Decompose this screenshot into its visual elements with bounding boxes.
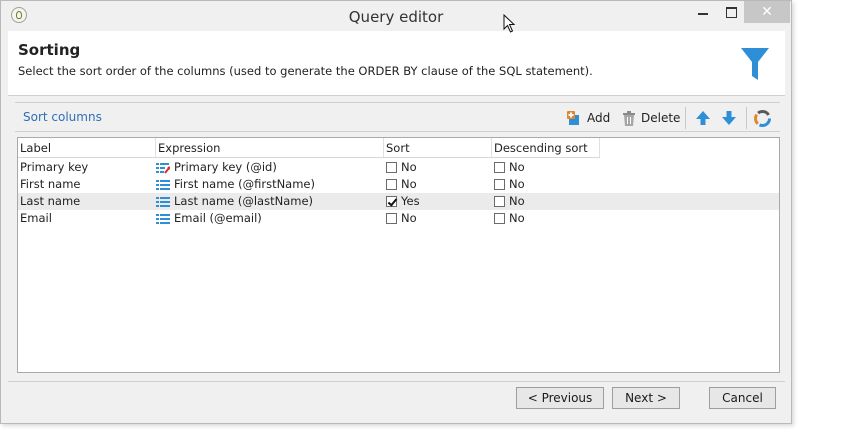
pie-chart-icon	[754, 109, 771, 127]
descending-checkbox[interactable]: No	[494, 193, 525, 210]
toolbar-separator	[685, 107, 686, 129]
row-label: Email	[20, 211, 52, 225]
next-button[interactable]: Next >	[612, 387, 680, 409]
descending-value: No	[509, 194, 525, 208]
previous-button[interactable]: < Previous	[516, 387, 604, 409]
row-expression: Last name (@lastName)	[156, 193, 313, 210]
add-icon	[567, 110, 579, 125]
sort-toolbar: Sort columns Add Delete	[15, 102, 780, 132]
row-expression-text: First name (@firstName)	[174, 177, 315, 191]
add-button[interactable]: Add	[567, 107, 610, 129]
minimize-icon	[698, 13, 708, 15]
sort-columns-panel: Sort columns Add Delete Label Expression…	[15, 102, 780, 373]
descending-checkbox[interactable]: No	[494, 176, 525, 193]
add-label: Add	[587, 111, 611, 125]
filter-funnel-icon	[741, 48, 769, 80]
table-row[interactable]: First name First name (@firstName) No No	[18, 176, 779, 193]
row-label: First name	[20, 177, 81, 191]
step-description: Select the sort order of the columns (us…	[18, 64, 593, 78]
row-expression: First name (@firstName)	[156, 176, 315, 193]
column-header-expression[interactable]: Expression	[156, 138, 384, 158]
sort-value: No	[401, 211, 417, 225]
table-row[interactable]: Email Email (@email) No No	[18, 210, 779, 227]
query-editor-window: Query editor ✕ Sorting Select the sort o…	[0, 0, 792, 424]
sort-checkbox-box-checked[interactable]	[386, 196, 397, 207]
close-icon: ✕	[761, 4, 773, 20]
field-icon	[156, 179, 170, 190]
sort-columns-grid[interactable]: Label Expression Sort Descending sort Pr…	[17, 137, 780, 373]
trash-icon	[623, 110, 635, 126]
descending-value: No	[509, 177, 525, 191]
delete-button[interactable]: Delete	[622, 107, 680, 129]
key-field-icon	[156, 162, 170, 174]
cancel-button[interactable]: Cancel	[709, 387, 776, 409]
descending-checkbox[interactable]: No	[494, 159, 525, 176]
row-expression: Primary key (@id)	[156, 159, 277, 176]
title-bar[interactable]: Query editor ✕	[1, 1, 791, 31]
sort-checkbox-box[interactable]	[386, 213, 397, 224]
close-button[interactable]: ✕	[744, 1, 790, 23]
descending-checkbox-box[interactable]	[494, 196, 505, 207]
sort-checkbox[interactable]: No	[386, 159, 417, 176]
column-header-descending-sort[interactable]: Descending sort	[492, 138, 600, 158]
column-header-label[interactable]: Label	[18, 138, 156, 158]
sort-checkbox[interactable]: Yes	[386, 193, 420, 210]
arrow-down-icon	[722, 111, 736, 125]
descending-checkbox[interactable]: No	[494, 210, 525, 227]
row-expression-text: Email (@email)	[174, 211, 262, 225]
move-down-button[interactable]	[721, 107, 737, 129]
step-header: Sorting Select the sort order of the col…	[8, 31, 785, 96]
header-divider	[18, 157, 600, 158]
delete-label: Delete	[641, 111, 681, 125]
descending-value: No	[509, 211, 525, 225]
sort-checkbox[interactable]: No	[386, 176, 417, 193]
maximize-button[interactable]	[714, 1, 748, 23]
field-icon	[156, 196, 170, 207]
footer-divider	[8, 381, 785, 382]
window-title: Query editor	[348, 8, 444, 26]
row-label: Last name	[20, 194, 81, 208]
sort-value: Yes	[401, 194, 420, 208]
row-expression: Email (@email)	[156, 210, 262, 227]
sort-checkbox-box[interactable]	[386, 162, 397, 173]
descending-checkbox-box[interactable]	[494, 213, 505, 224]
sort-checkbox-box[interactable]	[386, 179, 397, 190]
table-row-selected[interactable]: Last name Last name (@lastName) Yes No	[18, 193, 779, 210]
sort-columns-label: Sort columns	[23, 110, 102, 124]
field-icon	[156, 213, 170, 224]
descending-checkbox-box[interactable]	[494, 179, 505, 190]
row-label: Primary key	[20, 160, 89, 174]
toolbar-separator	[746, 107, 747, 129]
descending-checkbox-box[interactable]	[494, 162, 505, 173]
arrow-up-icon	[696, 111, 710, 125]
maximize-icon	[725, 6, 737, 18]
row-expression-text: Primary key (@id)	[174, 160, 277, 174]
table-row[interactable]: Primary key Primary key (@id) No No	[18, 159, 779, 176]
column-header-sort[interactable]: Sort	[384, 138, 492, 158]
sort-value: No	[401, 160, 417, 174]
row-expression-text: Last name (@lastName)	[174, 194, 314, 208]
sort-checkbox[interactable]: No	[386, 210, 417, 227]
descending-value: No	[509, 160, 525, 174]
step-title: Sorting	[18, 41, 81, 59]
sort-value: No	[401, 177, 417, 191]
mouse-cursor-icon	[503, 14, 516, 33]
distribution-button[interactable]	[754, 107, 771, 129]
move-up-button[interactable]	[695, 107, 711, 129]
